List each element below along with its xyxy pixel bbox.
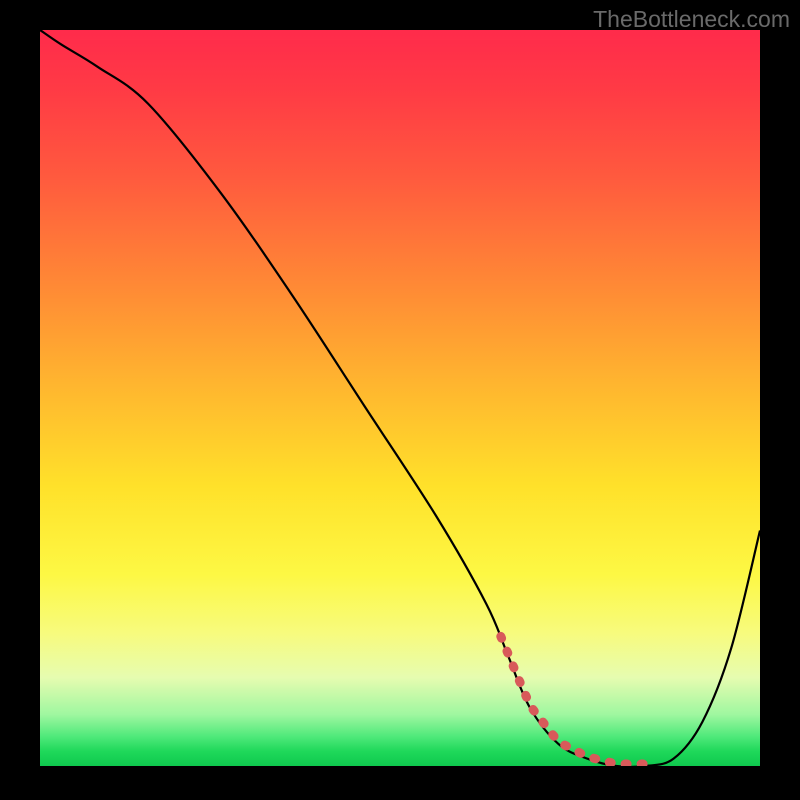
attribution-watermark: TheBottleneck.com	[593, 6, 790, 33]
selected-range-dotted	[501, 636, 652, 764]
bottleneck-curve	[40, 30, 760, 766]
chart-frame: TheBottleneck.com	[0, 0, 800, 800]
curve-layer	[40, 30, 760, 766]
plot-area	[40, 30, 760, 766]
